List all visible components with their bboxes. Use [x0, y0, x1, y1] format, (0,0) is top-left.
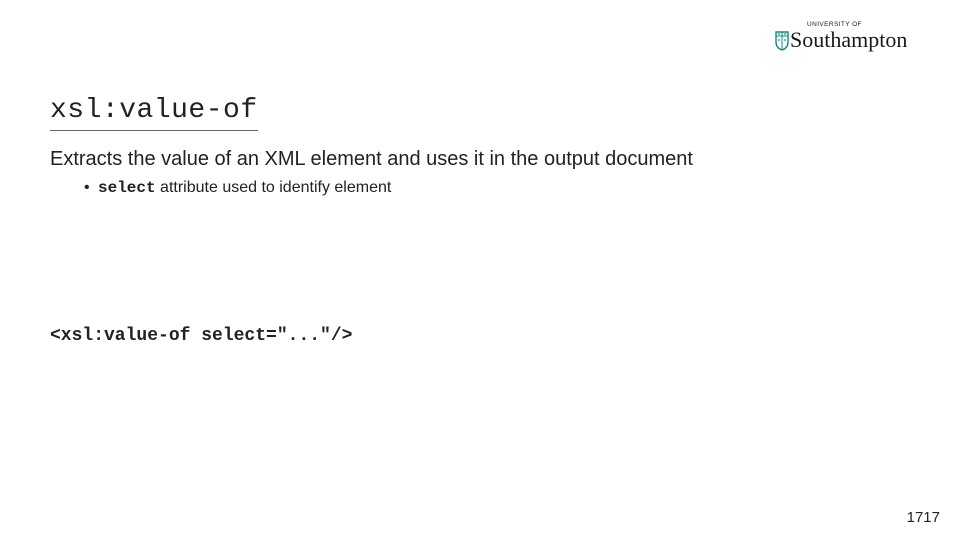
bullet-list: select attribute used to identify elemen… [50, 179, 910, 197]
intro-text: Extracts the value of an XML element and… [50, 148, 910, 171]
slide: UNIVERSITY OF Southampton xsl:value-of E… [0, 0, 960, 540]
bullet-code-word: select [98, 179, 156, 197]
crest-icon [776, 32, 788, 50]
logo-svg: UNIVERSITY OF Southampton [774, 18, 934, 52]
page-number: 1717 [907, 509, 940, 526]
slide-body: Extracts the value of an XML element and… [50, 148, 910, 197]
code-sample: <xsl:value-of select="..."/> [50, 326, 352, 346]
bullet-item: select attribute used to identify elemen… [84, 179, 910, 197]
slide-title: xsl:value-of [50, 95, 258, 131]
logo-name: Southampton [790, 27, 907, 52]
bullet-rest: attribute used to identify element [156, 179, 392, 196]
university-logo: UNIVERSITY OF Southampton [774, 18, 934, 57]
